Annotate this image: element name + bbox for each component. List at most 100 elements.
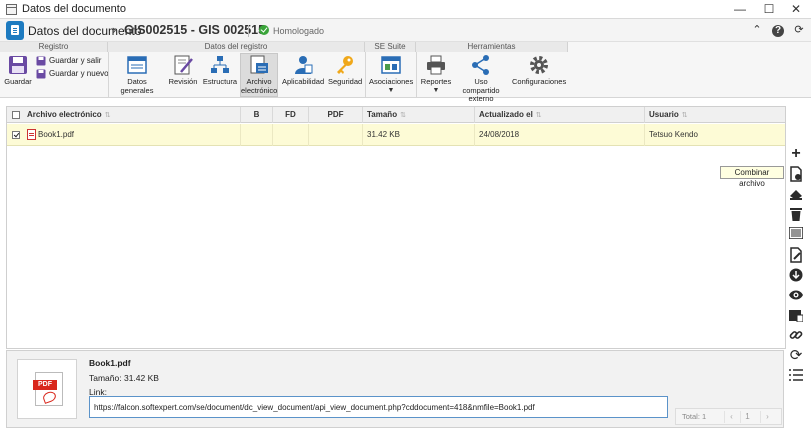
column-header-fd[interactable]: FD xyxy=(273,107,309,123)
window-app-icon xyxy=(6,4,17,15)
revision-icon xyxy=(174,55,193,75)
share-icon xyxy=(472,55,489,75)
save-new-button[interactable]: Guardar y nuevo xyxy=(36,69,109,79)
column-header-updated[interactable]: Actualizado el ⇅ xyxy=(475,107,645,123)
pagination: Total: 1 ‹ 1 › xyxy=(675,408,782,425)
associations-button[interactable]: Asociaciones ▼ xyxy=(369,54,413,94)
associations-label: Asociaciones xyxy=(369,77,414,86)
save-label: Guardar xyxy=(4,77,32,86)
column-header-label: Tamaño xyxy=(367,110,398,119)
group-se-suite: SE Suite xyxy=(365,42,416,52)
structure-icon xyxy=(211,56,229,73)
cell-file: Book1.pdf xyxy=(23,124,241,146)
column-header-file[interactable]: Archivo electrónico ⇅ xyxy=(23,107,241,123)
barcode-icon[interactable] xyxy=(788,226,804,243)
window-titlebar: Datos del documento — ☐ ✕ xyxy=(0,0,811,19)
status-badge: Homologado xyxy=(273,26,325,36)
cell-user: Tetsuo Kendo xyxy=(649,130,698,139)
electronic-file-icon xyxy=(250,55,268,74)
column-header-pdf[interactable]: PDF xyxy=(309,107,363,123)
general-data-icon xyxy=(127,56,147,74)
file-details-panel: PDF Book1.pdf Tamaño: 31.42 KB Link: Tot… xyxy=(6,350,784,428)
cell-b xyxy=(241,124,273,146)
column-header-b[interactable]: B xyxy=(241,107,273,123)
document-code: GIS002515 - GIS 002515 xyxy=(124,23,266,37)
group-divider xyxy=(365,52,366,98)
associations-icon xyxy=(381,56,401,74)
total-count: Total: 1 xyxy=(682,412,707,421)
save-new-icon xyxy=(36,69,46,79)
save-button[interactable]: Guardar xyxy=(3,54,33,87)
column-header-user[interactable]: Usuario ⇅ xyxy=(645,107,785,123)
structure-button[interactable]: Estructura xyxy=(202,54,238,87)
revision-label: Revisión xyxy=(168,77,198,86)
electronic-files-grid: Archivo electrónico ⇅ B FD PDF Tamaño ⇅ Ac… xyxy=(6,106,786,349)
merge-file-icon[interactable] xyxy=(788,166,804,182)
divider xyxy=(248,25,249,37)
select-all-checkbox[interactable] xyxy=(12,111,20,119)
maximize-button[interactable]: ☐ xyxy=(754,0,784,18)
reports-button[interactable]: Reportes ▼ xyxy=(419,54,453,94)
general-data-button[interactable]: Datos generales xyxy=(111,54,163,95)
group-divider xyxy=(416,52,417,98)
help-icon[interactable]: ? xyxy=(772,25,784,37)
file-thumbnail[interactable]: PDF xyxy=(17,359,77,419)
group-herramientas: Herramientas xyxy=(416,42,568,52)
reports-label: Reportes xyxy=(420,77,452,86)
external-share-label-1: Uso compartido xyxy=(462,77,500,95)
acrobat-swirl-icon xyxy=(41,390,58,404)
gear-icon xyxy=(530,56,548,74)
refresh-icon[interactable]: ⟳ xyxy=(788,348,804,364)
printer-icon xyxy=(427,55,445,75)
electronic-file-button[interactable]: Archivo electrónico xyxy=(240,53,278,97)
grid-header: Archivo electrónico ⇅ B FD PDF Tamaño ⇅ Ac… xyxy=(7,107,785,123)
group-divider xyxy=(108,52,109,98)
side-toolbar: + ⟳ xyxy=(786,106,806,396)
tooltip: Combinar archivo xyxy=(720,166,784,188)
applicability-button[interactable]: Aplicabilidad xyxy=(282,54,324,87)
download-icon[interactable] xyxy=(788,268,804,284)
ribbon-toolbar: Registro Datos del registro SE Suite Her… xyxy=(0,42,811,103)
refresh-header-icon[interactable]: ⟳ xyxy=(791,22,807,38)
link-icon[interactable] xyxy=(788,328,804,344)
checkout-icon[interactable] xyxy=(788,308,804,324)
column-header-label: Actualizado el xyxy=(479,110,533,119)
save-new-label: Guardar y nuevo xyxy=(49,69,109,79)
prev-page-button[interactable]: ‹ xyxy=(724,411,738,423)
list-icon[interactable] xyxy=(788,369,804,385)
column-header-label: Usuario xyxy=(649,110,679,119)
link-field[interactable] xyxy=(89,396,668,418)
group-datos-registro: Datos del registro xyxy=(108,42,365,52)
next-page-button[interactable]: › xyxy=(760,411,774,423)
add-icon[interactable]: + xyxy=(788,146,804,162)
table-row[interactable]: Book1.pdf 31.42 KB 24/08/2018 Tetsuo Ken… xyxy=(7,124,785,146)
column-header-size[interactable]: Tamaño ⇅ xyxy=(363,107,475,123)
collapse-icon[interactable]: ⌃ xyxy=(749,22,765,38)
security-button[interactable]: Seguridad xyxy=(328,54,362,87)
close-button[interactable]: ✕ xyxy=(781,0,811,18)
sort-icon: ⇅ xyxy=(400,112,406,119)
sort-icon: ⇅ xyxy=(681,112,688,119)
group-registro: Registro xyxy=(0,42,108,52)
scan-icon[interactable] xyxy=(788,187,804,203)
row-checkbox[interactable] xyxy=(12,131,20,139)
detail-file-name: Book1.pdf xyxy=(89,358,131,368)
document-icon xyxy=(6,21,24,40)
window-title: Datos del documento xyxy=(22,3,126,15)
security-label: Seguridad xyxy=(328,77,363,86)
save-exit-button[interactable]: Guardar y salir xyxy=(36,56,101,66)
settings-button[interactable]: Configuraciones xyxy=(512,54,566,87)
applicability-icon xyxy=(295,56,313,74)
delete-icon[interactable] xyxy=(788,207,804,223)
external-share-button[interactable]: Uso compartido externo xyxy=(455,54,507,104)
edit-file-icon[interactable] xyxy=(788,247,804,263)
revision-button[interactable]: Revisión xyxy=(168,54,198,87)
view-icon[interactable] xyxy=(788,288,804,304)
pdf-file-icon xyxy=(27,129,36,141)
minimize-button[interactable]: — xyxy=(725,0,755,18)
electronic-file-label-2: electrónico xyxy=(241,85,278,95)
sort-icon: ⇅ xyxy=(535,112,542,119)
cell-fd xyxy=(273,124,309,146)
chevron-right-icon: › xyxy=(112,22,117,37)
external-share-label-2: externo xyxy=(468,94,494,103)
